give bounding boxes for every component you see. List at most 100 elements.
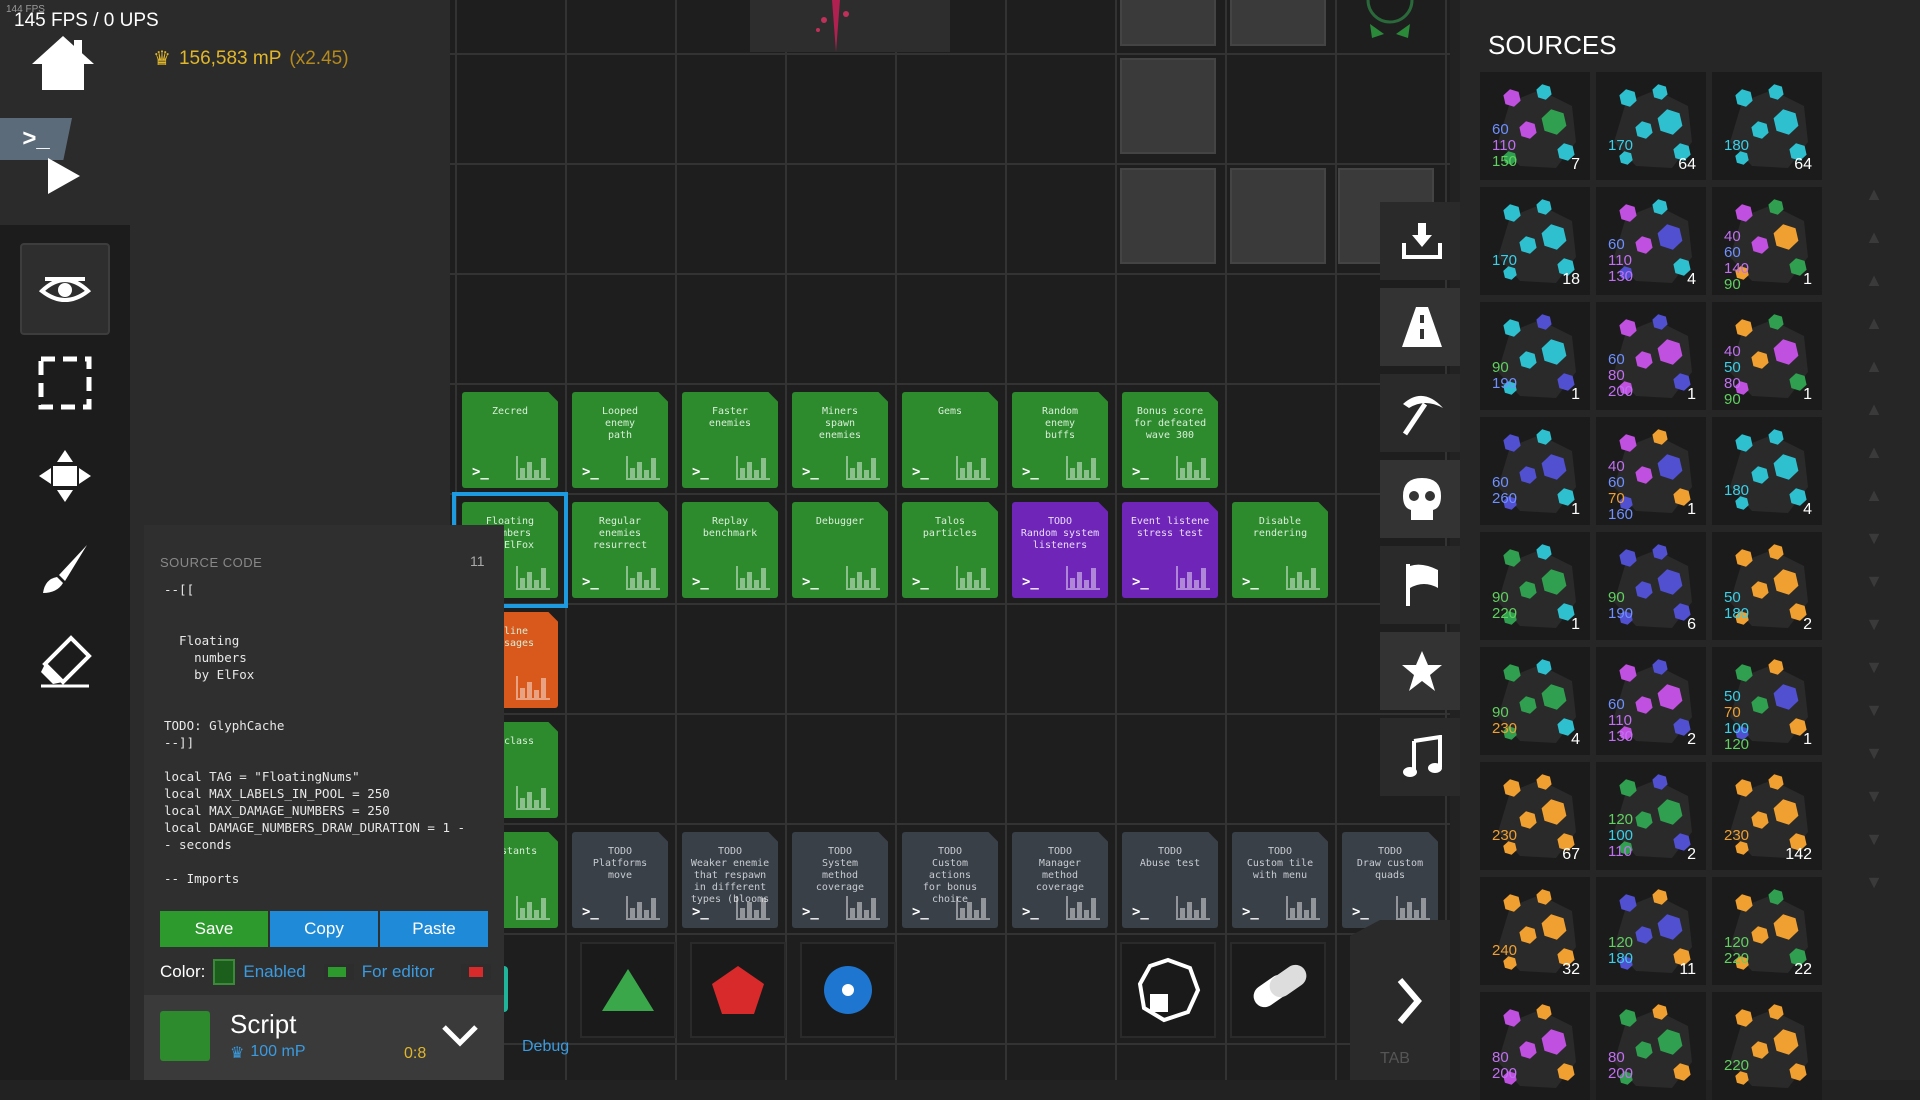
script-chip[interactable]: TODO Manager method coverage >_	[1012, 832, 1108, 928]
source-tile[interactable]: 40 60 70 160 1	[1596, 417, 1706, 525]
script-chip[interactable]: Zecred >_	[462, 392, 558, 488]
script-chip[interactable]: TODO System method coverage >_	[792, 832, 888, 928]
source-tile[interactable]: 60 110 130 2	[1596, 647, 1706, 755]
script-chip[interactable]: Faster enemies >_	[682, 392, 778, 488]
category-music[interactable]	[1380, 718, 1464, 796]
scroll-up-arrow[interactable]: ▲	[1862, 356, 1886, 377]
source-tile[interactable]: 240 32	[1480, 877, 1590, 985]
scroll-up-arrow[interactable]: ▲	[1862, 227, 1886, 248]
copy-button[interactable]: Copy	[270, 911, 378, 947]
scroll-down-arrow[interactable]: ▼	[1862, 872, 1886, 893]
tile-grid[interactable]: Zecred >_ Looped enemy path >_ Faster enemie…	[450, 0, 1450, 1080]
source-tile[interactable]: 60 110 130 4	[1596, 187, 1706, 295]
category-enemies[interactable]	[1380, 460, 1464, 538]
script-chip[interactable]: Miners spawn enemies >_	[792, 392, 888, 488]
enabled-color-swatch[interactable]	[213, 959, 236, 985]
script-chip[interactable]: Bonus score for defeated wave 300 >_	[1122, 392, 1218, 488]
enabled-label[interactable]: Enabled	[243, 962, 305, 982]
script-chip[interactable]: Regular enemies resurrect >_	[572, 502, 668, 598]
script-chip[interactable]: Gems >_	[902, 392, 998, 488]
gray-tile[interactable]	[1120, 58, 1216, 154]
source-tile[interactable]: 120 180 11	[1596, 877, 1706, 985]
select-tool-button[interactable]	[20, 337, 110, 429]
scroll-down-arrow[interactable]: ▼	[1862, 743, 1886, 764]
source-tile[interactable]: 120 220 22	[1712, 877, 1822, 985]
editor-red-toggle[interactable]	[460, 964, 491, 980]
script-chip[interactable]: Event listene stress test >_	[1122, 502, 1218, 598]
save-button[interactable]: Save	[160, 911, 268, 947]
script-chip[interactable]: TODO Platforms move >_	[572, 832, 668, 928]
scroll-down-arrow[interactable]: ▼	[1862, 829, 1886, 850]
gray-tile[interactable]	[1120, 168, 1216, 264]
script-chip[interactable]: Debugger >_	[792, 502, 888, 598]
scroll-up-arrow[interactable]: ▲	[1862, 399, 1886, 420]
gray-tile[interactable]	[1230, 0, 1326, 46]
for-editor-label[interactable]: For editor	[362, 962, 435, 982]
view-tool-button[interactable]	[20, 243, 110, 335]
script-chip[interactable]: Disable rendering >_	[1232, 502, 1328, 598]
script-chip[interactable]: Talos particles >_	[902, 502, 998, 598]
script-chip[interactable]: TODO Random system listeners >_	[1012, 502, 1108, 598]
script-chip[interactable]: TODO Draw custom quads >_	[1342, 832, 1438, 928]
scroll-up-arrow[interactable]: ▲	[1862, 270, 1886, 291]
capsules-shape-tile[interactable]	[1230, 942, 1326, 1038]
source-tile[interactable]: 120 100 110 2	[1596, 762, 1706, 870]
cell-shape-tile[interactable]	[1120, 942, 1216, 1038]
gray-tile[interactable]	[1120, 0, 1216, 46]
source-tile[interactable]: 90 220 1	[1480, 532, 1590, 640]
home-button[interactable]	[30, 32, 96, 94]
category-road[interactable]	[1380, 288, 1464, 366]
source-tile[interactable]: 180 4	[1712, 417, 1822, 525]
script-chip[interactable]: TODO Custom tile with menu >_	[1232, 832, 1328, 928]
code-editor[interactable]: --[[ Floating numbers by ElFox TODO: Gly…	[164, 581, 494, 911]
scroll-down-arrow[interactable]: ▼	[1862, 657, 1886, 678]
source-tile[interactable]: 80 200	[1480, 992, 1590, 1100]
script-chip[interactable]: TODO Custom actions for bonus choice >_	[902, 832, 998, 928]
eraser-tool-button[interactable]	[20, 616, 110, 708]
brush-tool-button[interactable]	[20, 523, 110, 615]
script-chip[interactable]: Looped enemy path >_	[572, 392, 668, 488]
source-tile[interactable]: 170 64	[1596, 72, 1706, 180]
source-tile[interactable]: 50 180 2	[1712, 532, 1822, 640]
circle-shape-tile[interactable]	[800, 942, 896, 1038]
paste-button[interactable]: Paste	[380, 911, 488, 947]
pentagon-shape-tile[interactable]	[690, 942, 786, 1038]
source-tile[interactable]: 40 50 80 90 1	[1712, 302, 1822, 410]
category-favorites[interactable]	[1380, 632, 1464, 710]
source-tile[interactable]: 90 230 4	[1480, 647, 1590, 755]
source-tile[interactable]: 50 70 100 120 1	[1712, 647, 1822, 755]
move-tool-button[interactable]	[20, 430, 110, 522]
scroll-up-arrow[interactable]: ▲	[1862, 442, 1886, 463]
category-flags[interactable]	[1380, 546, 1464, 624]
chevron-down-icon[interactable]	[440, 1023, 480, 1049]
source-tile[interactable]: 80 200	[1596, 992, 1706, 1100]
scroll-up-arrow[interactable]: ▲	[1862, 184, 1886, 205]
source-tile[interactable]: 40 60 140 90 1	[1712, 187, 1822, 295]
source-tile[interactable]: 220	[1712, 992, 1822, 1100]
source-tile[interactable]: 170 18	[1480, 187, 1590, 295]
scroll-down-arrow[interactable]: ▼	[1862, 614, 1886, 635]
script-chip[interactable]: TODO Weaker enemie that respawn in diffe…	[682, 832, 778, 928]
source-tile[interactable]: 230 67	[1480, 762, 1590, 870]
scroll-up-arrow[interactable]: ▲	[1862, 313, 1886, 334]
source-tile[interactable]: 60 260 1	[1480, 417, 1590, 525]
play-button[interactable]	[46, 156, 82, 196]
source-tile[interactable]: 60 110 150 7	[1480, 72, 1590, 180]
source-tile[interactable]: 90 190 1	[1480, 302, 1590, 410]
scroll-down-arrow[interactable]: ▼	[1862, 528, 1886, 549]
terminal-tab[interactable]: >_	[0, 118, 72, 160]
script-chip[interactable]: Replay benchmark >_	[682, 502, 778, 598]
gray-tile[interactable]	[1230, 168, 1326, 264]
scroll-down-arrow[interactable]: ▼	[1862, 786, 1886, 807]
source-tile[interactable]: 60 80 200 1	[1596, 302, 1706, 410]
script-chip[interactable]: Random enemy buffs >_	[1012, 392, 1108, 488]
scroll-down-arrow[interactable]: ▼	[1862, 700, 1886, 721]
category-download[interactable]	[1380, 202, 1464, 280]
source-tile[interactable]: 230 142	[1712, 762, 1822, 870]
scroll-up-arrow[interactable]: ▲	[1862, 485, 1886, 506]
triangle-shape-tile[interactable]	[580, 942, 676, 1038]
source-tile[interactable]: 180 64	[1712, 72, 1822, 180]
scroll-down-arrow[interactable]: ▼	[1862, 571, 1886, 592]
category-mining[interactable]	[1380, 374, 1464, 452]
source-tile[interactable]: 90 190 6	[1596, 532, 1706, 640]
